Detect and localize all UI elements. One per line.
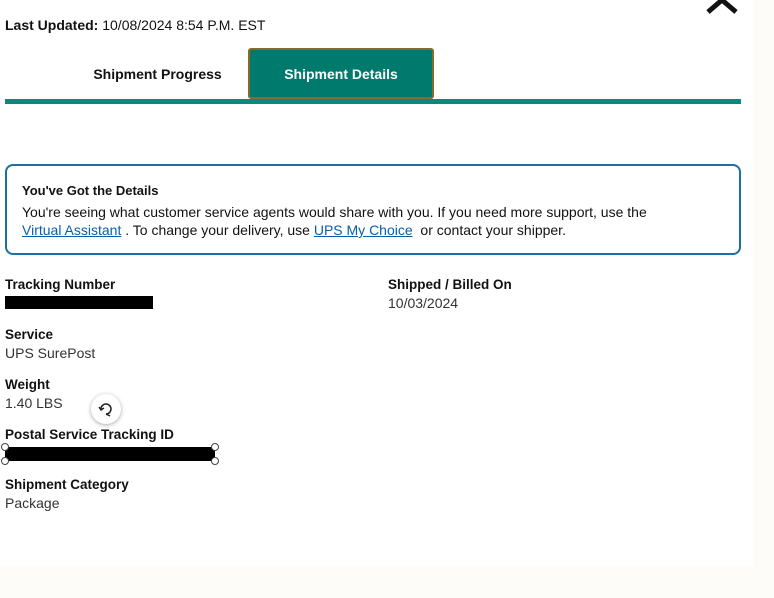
alert-title: You've Got the Details (22, 183, 159, 198)
weight-label: Weight (5, 377, 50, 392)
last-updated: Last Updated: 10/08/2024 8:54 P.M. EST (5, 17, 265, 33)
postal-tracking-id-selection[interactable] (1, 443, 219, 465)
tab-shipment-progress[interactable]: Shipment Progress (65, 48, 250, 100)
shipment-details-panel: Last Updated: 10/08/2024 8:54 P.M. EST S… (0, 0, 753, 566)
tab-shipment-details[interactable]: Shipment Details (248, 48, 434, 99)
service-value: UPS SurePost (5, 345, 96, 361)
postal-tracking-id-redacted (5, 447, 215, 461)
shipped-billed-on-value: 10/03/2024 (388, 295, 459, 311)
shipment-category-field: Shipment Category Package (5, 476, 129, 512)
resize-handle-top-right[interactable] (211, 443, 219, 451)
rotate-icon (98, 403, 112, 417)
alert-text-end: or contact your shipper. (412, 222, 566, 238)
shipped-billed-on-field: Shipped / Billed On 10/03/2024 (388, 276, 512, 312)
weight-field: Weight 1.40 LBS (5, 376, 63, 412)
info-alert: You've Got the Details You're seeing wha… (5, 164, 741, 255)
ups-my-choice-link[interactable]: UPS My Choice (314, 222, 413, 238)
service-label: Service (5, 327, 54, 342)
last-updated-label: Last Updated: (5, 17, 99, 33)
tab-underline (5, 99, 741, 104)
weight-value: 1.40 LBS (5, 395, 63, 411)
shipped-billed-on-label: Shipped / Billed On (388, 277, 512, 292)
resize-handle-bottom-left[interactable] (1, 457, 9, 465)
shipment-category-label: Shipment Category (5, 477, 129, 492)
postal-tracking-id-field: Postal Service Tracking ID (1, 426, 219, 465)
service-field: Service UPS SurePost (5, 326, 95, 362)
tracking-number-redacted (5, 296, 153, 309)
alert-text-mid: . To change your delivery, use (121, 222, 314, 238)
virtual-assistant-link[interactable]: Virtual Assistant (22, 222, 121, 238)
shipment-category-value: Package (5, 495, 60, 511)
alert-text-start: You're seeing what customer service agen… (22, 204, 647, 220)
tracking-number-label: Tracking Number (5, 277, 116, 292)
chevron-up-icon (706, 0, 738, 14)
resize-handle-bottom-right[interactable] (211, 457, 219, 465)
tracking-number-field: Tracking Number (5, 276, 153, 309)
alert-body: You're seeing what customer service agen… (22, 203, 724, 239)
resize-handle-top-left[interactable] (1, 443, 9, 451)
postal-tracking-id-label: Postal Service Tracking ID (5, 427, 174, 442)
last-updated-value: 10/08/2024 8:54 P.M. EST (102, 17, 266, 33)
collapse-button[interactable] (702, 0, 742, 20)
rotate-handle[interactable] (91, 394, 121, 424)
tab-bar: Shipment Progress Shipment Details (5, 48, 741, 104)
